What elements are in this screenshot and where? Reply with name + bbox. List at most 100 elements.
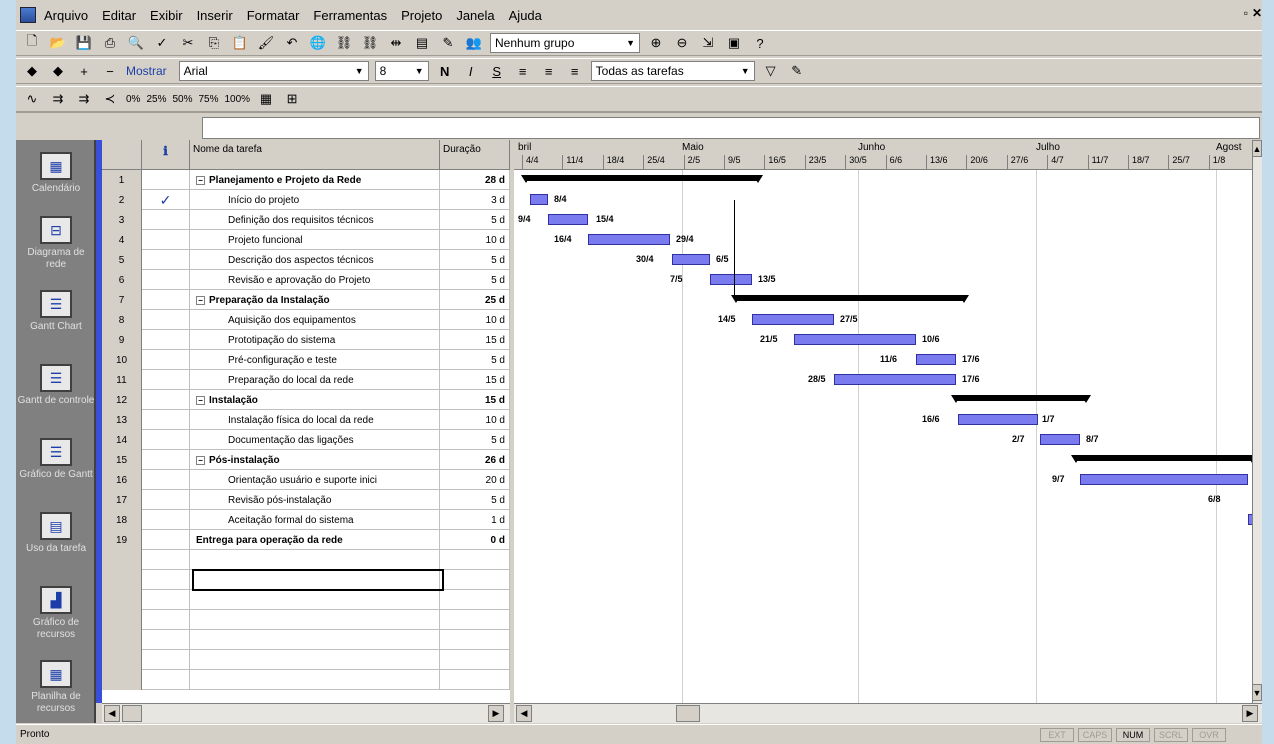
zoom-in-icon[interactable]: ⊕ <box>646 33 666 53</box>
row-duration[interactable]: 26 d <box>440 450 510 470</box>
table-row[interactable]: 10 Pré-configuração e teste 5 d <box>102 350 510 370</box>
row-duration[interactable]: 5 d <box>440 430 510 450</box>
hide-subtasks-icon[interactable]: − <box>100 61 120 81</box>
gantt-hscrollbar[interactable]: ◀ ▶ <box>514 703 1262 723</box>
row-duration[interactable] <box>440 650 510 670</box>
task-bar[interactable] <box>1040 434 1080 445</box>
row-task-name[interactable]: Aquisição dos equipamentos <box>190 310 440 330</box>
row-duration[interactable]: 5 d <box>440 350 510 370</box>
font-size-select[interactable]: 8 ▼ <box>374 61 429 81</box>
hyperlink-icon[interactable]: 🌐 <box>308 33 328 53</box>
scroll-thumb[interactable] <box>122 705 142 722</box>
row-id[interactable]: 15 <box>102 450 142 470</box>
row-task-name[interactable]: Pré-configuração e teste <box>190 350 440 370</box>
workgroup-icon[interactable]: ⊞ <box>282 89 302 109</box>
percent-100-button[interactable]: 100% <box>225 94 251 105</box>
view-resource-graph[interactable]: ▟ Gráfico de recursos <box>16 586 96 641</box>
menu-janela[interactable]: Janela <box>456 8 494 23</box>
view-gantt-chart[interactable]: ☰ Gantt Chart <box>16 290 96 333</box>
preview-icon[interactable]: 🔍 <box>126 33 146 53</box>
header-duration[interactable]: Duração <box>440 140 510 170</box>
scroll-left-icon[interactable]: ◀ <box>104 705 120 722</box>
row-task-name[interactable]: Entrega para operação da rede <box>190 530 440 550</box>
task-info-icon[interactable]: ▤ <box>412 33 432 53</box>
row-duration[interactable] <box>440 670 510 690</box>
view-calendar[interactable]: ▦ Calendário <box>16 152 96 195</box>
empty-row[interactable] <box>102 550 510 570</box>
row-id[interactable]: 4 <box>102 230 142 250</box>
task-bar[interactable] <box>548 214 588 225</box>
empty-row[interactable] <box>102 630 510 650</box>
view-resource-sheet[interactable]: ▦ Planilha de recursos <box>16 660 96 715</box>
font-select[interactable]: Arial ▼ <box>178 61 369 81</box>
task-bar[interactable] <box>834 374 956 385</box>
italic-button[interactable]: I <box>461 61 481 81</box>
paste-icon[interactable]: 📋 <box>230 33 250 53</box>
row-id[interactable]: 11 <box>102 370 142 390</box>
menu-ajuda[interactable]: Ajuda <box>509 8 542 23</box>
row-duration[interactable]: 20 d <box>440 470 510 490</box>
row-id[interactable] <box>102 550 142 570</box>
empty-row[interactable] <box>102 610 510 630</box>
menu-inserir[interactable]: Inserir <box>197 8 233 23</box>
task-bar[interactable] <box>672 254 710 265</box>
align-left-icon[interactable]: ≡ <box>513 61 533 81</box>
scroll-down-icon[interactable]: ▼ <box>1252 684 1262 701</box>
collapse-toggle-icon[interactable]: − <box>196 395 205 405</box>
collapse-toggle-icon[interactable]: − <box>196 175 205 185</box>
row-task-name[interactable] <box>190 630 440 650</box>
row-id[interactable] <box>102 650 142 670</box>
task-bar[interactable] <box>958 414 1038 425</box>
table-row[interactable]: 15 − Pós-instalação 26 d <box>102 450 510 470</box>
row-duration[interactable]: 25 d <box>440 290 510 310</box>
row-task-name[interactable]: − Preparação da Instalação <box>190 290 440 310</box>
update-as-scheduled-icon[interactable]: ⇉ <box>48 89 68 109</box>
row-duration[interactable]: 10 d <box>440 310 510 330</box>
menu-arquivo[interactable]: Arquivo <box>44 8 88 23</box>
table-row[interactable]: 8 Aquisição dos equipamentos 10 d <box>102 310 510 330</box>
view-task-usage[interactable]: ▤ Uso da tarefa <box>16 512 96 555</box>
row-task-name[interactable]: Preparação do local da rede <box>190 370 440 390</box>
row-task-name[interactable]: Revisão e aprovação do Projeto <box>190 270 440 290</box>
table-row[interactable]: 1− Planejamento e Projeto da Rede 28 d <box>102 170 510 190</box>
add-progress-line-icon[interactable]: ≺ <box>100 89 120 109</box>
scroll-right-icon[interactable]: ▶ <box>1242 705 1258 722</box>
row-id[interactable] <box>102 590 142 610</box>
open-icon[interactable]: 📂 <box>48 33 68 53</box>
cut-icon[interactable]: ✂ <box>178 33 198 53</box>
menu-editar[interactable]: Editar <box>102 8 136 23</box>
print-icon[interactable]: ⎙ <box>100 33 120 53</box>
table-row[interactable]: 13 Instalação física do local da rede 10 d <box>102 410 510 430</box>
empty-row[interactable] <box>102 670 510 690</box>
task-bar[interactable] <box>1080 474 1248 485</box>
task-bar[interactable] <box>752 314 834 325</box>
undo-icon[interactable]: ↶ <box>282 33 302 53</box>
table-row[interactable]: 2 ✓ Início do projeto 3 d <box>102 190 510 210</box>
row-task-name[interactable]: Revisão pós-instalação <box>190 490 440 510</box>
row-id[interactable] <box>102 670 142 690</box>
row-task-name[interactable]: Orientação usuário e suporte inici <box>190 470 440 490</box>
row-duration[interactable] <box>440 570 510 590</box>
group-select[interactable]: Nenhum grupo ▼ <box>490 33 640 53</box>
row-duration[interactable] <box>440 630 510 650</box>
new-icon[interactable]: 🗋 <box>22 33 42 53</box>
bold-button[interactable]: N <box>435 61 455 81</box>
row-id[interactable]: 13 <box>102 410 142 430</box>
unlink-tasks-icon[interactable]: ⛓ <box>360 33 380 53</box>
task-bar[interactable] <box>530 194 548 205</box>
row-id[interactable]: 5 <box>102 250 142 270</box>
row-id[interactable]: 14 <box>102 430 142 450</box>
row-duration[interactable]: 28 d <box>440 170 510 190</box>
align-right-icon[interactable]: ≡ <box>565 61 585 81</box>
row-task-name[interactable]: − Instalação <box>190 390 440 410</box>
row-duration[interactable]: 5 d <box>440 250 510 270</box>
row-task-name[interactable]: Início do projeto <box>190 190 440 210</box>
table-row[interactable]: 6 Revisão e aprovação do Projeto 5 d <box>102 270 510 290</box>
task-bar[interactable] <box>588 234 670 245</box>
task-bar[interactable] <box>916 354 956 365</box>
row-task-name[interactable]: Aceitação formal do sistema <box>190 510 440 530</box>
table-row[interactable]: 17 Revisão pós-instalação 5 d <box>102 490 510 510</box>
vertical-scrollbar[interactable]: ▲ ▼ <box>1252 140 1262 703</box>
row-task-name[interactable]: − Pós-instalação <box>190 450 440 470</box>
header-info-icon[interactable]: ℹ <box>142 140 190 170</box>
